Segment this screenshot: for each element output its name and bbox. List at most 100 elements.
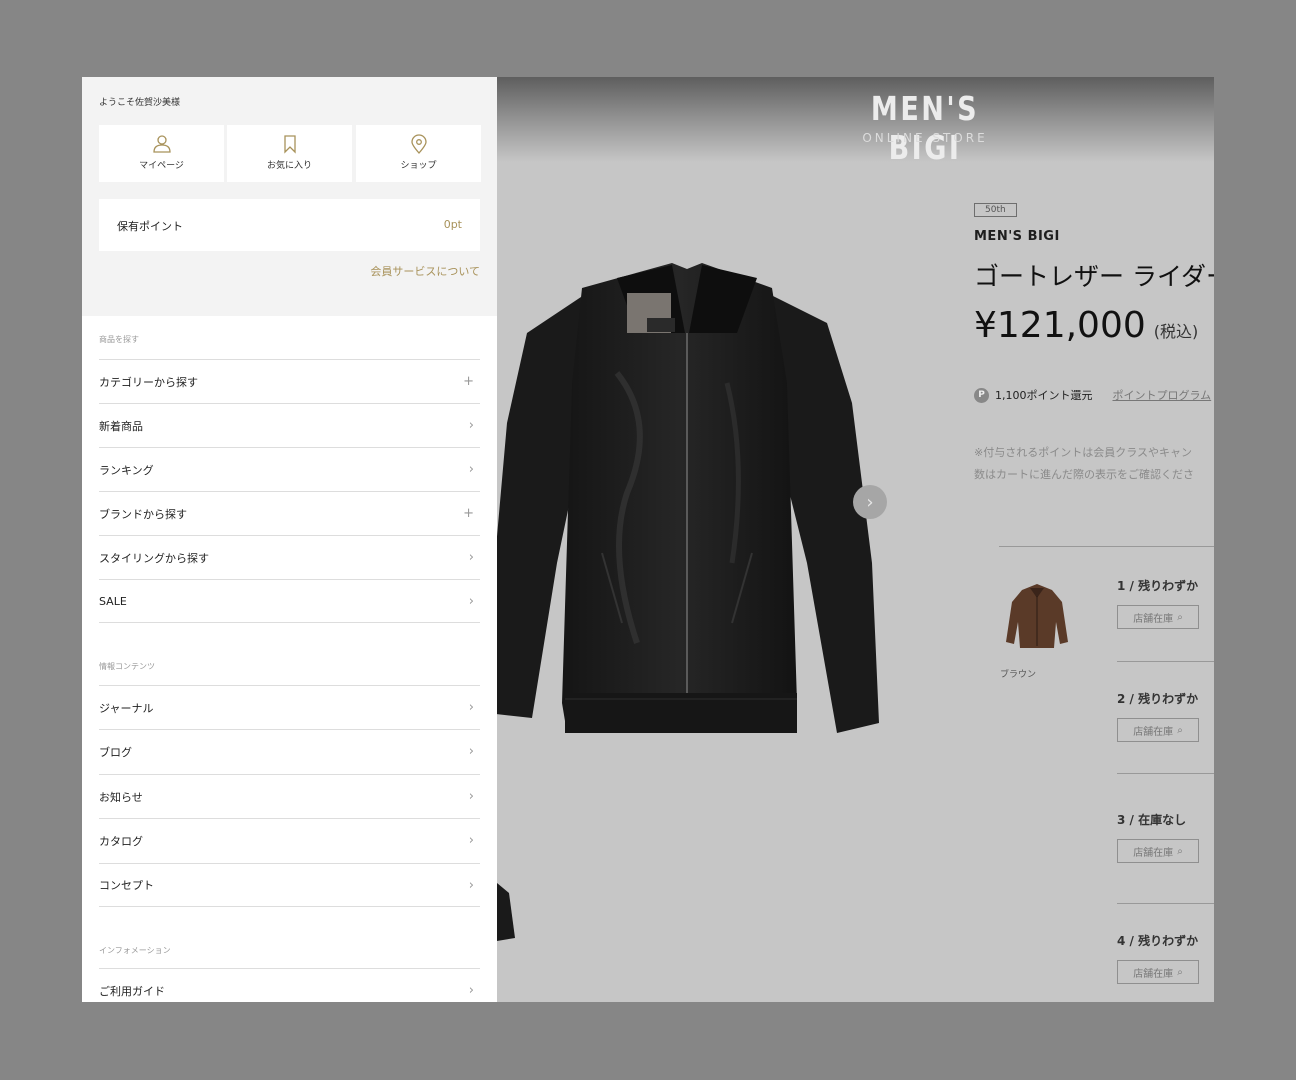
chevron-right-icon: › — [468, 550, 474, 565]
thumbnail-fragment — [497, 883, 515, 941]
plus-icon: + — [463, 374, 474, 389]
color-swatch-brown[interactable] — [1002, 582, 1072, 654]
menu-item-label: 新着商品 — [99, 419, 143, 433]
store-stock-button[interactable]: 店舗在庫 ⌕ — [1117, 605, 1199, 629]
divider — [1117, 661, 1214, 662]
menu-item-journal[interactable]: ジャーナル › — [99, 685, 480, 729]
points-program-link[interactable]: ポイントプログラム — [1113, 387, 1212, 403]
chevron-right-icon: › — [468, 789, 474, 804]
next-image-button[interactable]: › — [853, 485, 887, 519]
points-note-line: 数はカートに進んだ際の表示をご確認くださ — [974, 468, 1194, 481]
chevron-right-icon: › — [468, 833, 474, 848]
store-stock-label: 店舗在庫 — [1133, 613, 1174, 625]
section-label: 情報コンテンツ — [99, 662, 155, 671]
shop-button[interactable]: ショップ — [356, 125, 481, 182]
search-icon: ⌕ — [1177, 966, 1183, 978]
section-label: 商品を探す — [99, 335, 139, 344]
chevron-right-icon: › — [468, 877, 474, 893]
chevron-right-icon: › — [468, 983, 474, 998]
chevron-right-icon: › — [468, 462, 474, 477]
chevron-right-icon: › — [468, 744, 474, 759]
search-icon: ⌕ — [1177, 611, 1183, 623]
menu-item-label: カタログ — [99, 834, 143, 848]
size-row: 2 / 残りわずか 店舗在庫 ⌕ — [1117, 690, 1199, 742]
product-page: MEN'S BIGI ONLINE STORE › 50th MEN'S BIG… — [497, 77, 1214, 1002]
size-row: 3 / 在庫なし 店舗在庫 ⌕ — [1117, 811, 1199, 863]
chevron-right-icon: › — [468, 593, 474, 609]
points-note: ※付与されるポイントは会員クラスやキャン 数はカートに進んだ際の表示をご確認くだ… — [974, 442, 1194, 486]
menu-item-label: スタイリングから探す — [99, 551, 209, 565]
store-stock-label: 店舗在庫 — [1133, 847, 1174, 859]
tax-label: (税込) — [1153, 322, 1199, 341]
menu-item-concept[interactable]: コンセプト › — [99, 863, 480, 907]
points-label: 保有ポイント — [117, 220, 183, 233]
menu-item-guide[interactable]: ご利用ガイド › — [99, 968, 480, 1002]
menu-item-sale[interactable]: SALE › — [99, 579, 480, 623]
section-label: インフォメーション — [99, 946, 171, 955]
menu-item-brand[interactable]: ブランドから探す + — [99, 491, 480, 535]
menu-item-label: ランキング — [99, 463, 154, 477]
store-stock-button[interactable]: 店舗在庫 ⌕ — [1117, 718, 1199, 742]
site-header: MEN'S BIGI ONLINE STORE — [497, 77, 1214, 167]
member-panel: ようこそ佐賀沙美様 マイページ お気に入り ショップ 保有ポイント 0pt 会員… — [82, 77, 497, 316]
price-value: ¥121,000 — [974, 305, 1146, 346]
menu-item-catalog[interactable]: カタログ › — [99, 818, 480, 862]
menu-item-label: ご利用ガイド — [99, 984, 165, 998]
size-row: 1 / 残りわずか 店舗在庫 ⌕ — [1117, 577, 1199, 629]
map-pin-icon — [410, 134, 427, 154]
product-brand[interactable]: MEN'S BIGI — [974, 229, 1060, 244]
member-services-link[interactable]: 会員サービスについて — [370, 263, 480, 279]
size-row: 4 / 残りわずか 店舗在庫 ⌕ — [1117, 932, 1199, 984]
menu-item-label: お知らせ — [99, 790, 143, 804]
chevron-right-icon: › — [468, 418, 474, 433]
welcome-message: ようこそ佐賀沙美様 — [99, 98, 181, 108]
chevron-right-icon: › — [866, 491, 874, 513]
favorites-button[interactable]: お気に入り — [227, 125, 352, 182]
user-icon — [152, 135, 171, 153]
product-price: ¥121,000 (税込) — [974, 305, 1198, 346]
plus-icon: + — [463, 506, 474, 521]
divider — [1117, 903, 1214, 904]
size-label: 3 / 在庫なし — [1117, 813, 1187, 827]
quick-link-label: お気に入り — [266, 161, 312, 171]
points-box: 保有ポイント 0pt — [99, 199, 480, 251]
search-icon: ⌕ — [1177, 724, 1183, 736]
menu-item-styling[interactable]: スタイリングから探す › — [99, 535, 480, 579]
site-logo[interactable]: MEN'S BIGI — [851, 89, 999, 167]
menu-item-ranking[interactable]: ランキング › — [99, 447, 480, 491]
divider — [1117, 773, 1214, 774]
site-logo-subtitle: ONLINE STORE — [862, 131, 988, 145]
divider — [999, 546, 1214, 547]
drawer-menu: ようこそ佐賀沙美様 マイページ お気に入り ショップ 保有ポイント 0pt 会員… — [82, 77, 497, 1002]
product-image[interactable] — [497, 263, 897, 753]
size-label: 2 / 残りわずか — [1117, 692, 1199, 706]
store-stock-label: 店舗在庫 — [1133, 726, 1174, 738]
points-value: 0pt — [443, 218, 462, 231]
color-label: ブラウン — [1000, 670, 1037, 680]
anniversary-badge: 50th — [974, 203, 1017, 217]
menu-item-new-arrivals[interactable]: 新着商品 › — [99, 403, 480, 447]
my-page-button[interactable]: マイページ — [99, 125, 224, 182]
search-icon: ⌕ — [1177, 845, 1183, 857]
menu-item-blog[interactable]: ブログ › — [99, 729, 480, 773]
menu-item-news[interactable]: お知らせ › — [99, 774, 480, 818]
menu-item-label: ジャーナル — [99, 701, 154, 715]
points-earned: 1,100ポイント還元 — [995, 389, 1093, 402]
browser-viewport: MEN'S BIGI ONLINE STORE › 50th MEN'S BIG… — [82, 77, 1214, 1002]
chevron-right-icon: › — [468, 700, 474, 715]
menu-item-category[interactable]: カテゴリーから探す + — [99, 359, 480, 403]
size-label: 1 / 残りわずか — [1117, 579, 1199, 593]
point-icon: P — [974, 387, 989, 403]
points-row: P 1,100ポイント還元 ポイントプログラム — [974, 387, 1211, 403]
menu-item-label: カテゴリーから探す — [99, 375, 198, 389]
menu-item-label: ブランドから探す — [99, 507, 187, 521]
store-stock-button[interactable]: 店舗在庫 ⌕ — [1117, 839, 1199, 863]
quick-link-label: ショップ — [400, 161, 437, 171]
menu-item-label: コンセプト — [99, 879, 154, 892]
store-stock-button[interactable]: 店舗在庫 ⌕ — [1117, 960, 1199, 984]
bookmark-icon — [283, 135, 296, 154]
store-stock-label: 店舗在庫 — [1133, 968, 1174, 980]
product-title: ゴートレザー ライダー — [974, 262, 1214, 291]
menu-item-label: SALE — [99, 594, 127, 608]
points-note-line: ※付与されるポイントは会員クラスやキャン — [974, 446, 1192, 459]
